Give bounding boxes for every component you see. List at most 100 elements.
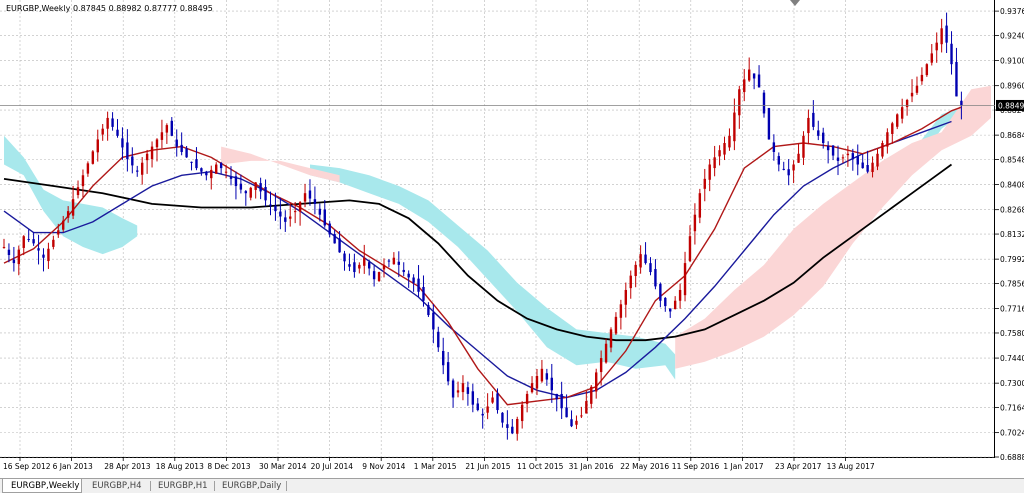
candle-body[interactable] — [535, 375, 539, 389]
candle-body[interactable] — [205, 171, 208, 176]
candle-body[interactable] — [155, 139, 159, 148]
candle-body[interactable] — [812, 112, 815, 127]
candle-body[interactable] — [866, 165, 869, 172]
candle-body[interactable] — [466, 387, 470, 394]
candle-body[interactable] — [106, 117, 109, 129]
candle-body[interactable] — [822, 132, 825, 144]
candle-body[interactable] — [111, 118, 114, 127]
candle-body[interactable] — [530, 383, 534, 393]
candle-body[interactable] — [817, 130, 820, 136]
candle-body[interactable] — [876, 153, 879, 167]
candle-body[interactable] — [289, 216, 292, 219]
candle-body[interactable] — [185, 148, 188, 158]
candle-body[interactable] — [491, 397, 494, 403]
candle-body[interactable] — [940, 28, 943, 45]
candle-body[interactable] — [160, 132, 164, 140]
candle-body[interactable] — [713, 157, 716, 169]
candle-body[interactable] — [323, 209, 326, 226]
candle-body[interactable] — [886, 132, 889, 147]
candle-body[interactable] — [2, 246, 6, 248]
candle-body[interactable] — [348, 264, 351, 267]
candle-body[interactable] — [57, 230, 60, 235]
candle-body[interactable] — [747, 69, 751, 81]
candle-body[interactable] — [298, 202, 302, 212]
candle-body[interactable] — [126, 142, 129, 160]
candle-body[interactable] — [520, 404, 524, 422]
candle-body[interactable] — [945, 25, 948, 43]
candle-body[interactable] — [471, 391, 475, 405]
candle-body[interactable] — [767, 108, 771, 140]
candle-body[interactable] — [525, 393, 529, 404]
tab-eurgbp-daily[interactable]: EURGBP,Daily — [214, 479, 286, 493]
candle-body[interactable] — [37, 248, 40, 251]
candle-body[interactable] — [412, 277, 415, 283]
candle-body[interactable] — [200, 168, 203, 172]
candle-body[interactable] — [476, 403, 479, 411]
candle-body[interactable] — [313, 199, 317, 204]
candle-body[interactable] — [856, 156, 859, 165]
candle-body[interactable] — [372, 271, 376, 280]
candle-body[interactable] — [654, 269, 657, 287]
candle-body[interactable] — [575, 420, 578, 425]
candle-body[interactable] — [629, 275, 632, 289]
candle-body[interactable] — [683, 263, 687, 296]
candle-body[interactable] — [140, 162, 144, 175]
candle-body[interactable] — [669, 308, 672, 312]
candle-body[interactable] — [540, 368, 544, 382]
chart-plot-area[interactable]: 0.937600.924000.910000.896000.882400.868… — [0, 0, 1024, 471]
candle-body[interactable] — [861, 162, 864, 169]
candle-body[interactable] — [693, 214, 697, 232]
candle-body[interactable] — [456, 390, 460, 393]
candle-body[interactable] — [367, 262, 371, 269]
candle-body[interactable] — [274, 205, 277, 212]
candle-body[interactable] — [442, 350, 445, 366]
candle-body[interactable] — [896, 114, 899, 127]
candle-body[interactable] — [244, 191, 248, 194]
candle-body[interactable] — [121, 138, 124, 148]
candle-body[interactable] — [150, 146, 154, 160]
candle-body[interactable] — [555, 393, 558, 400]
candle-body[interactable] — [259, 183, 262, 192]
candle-body[interactable] — [782, 168, 785, 170]
candle-body[interactable] — [195, 159, 198, 169]
candle-body[interactable] — [417, 278, 420, 292]
candle-body[interactable] — [925, 64, 929, 76]
candle-body[interactable] — [239, 183, 243, 190]
candle-body[interactable] — [905, 100, 909, 108]
candle-body[interactable] — [451, 380, 455, 398]
candle-body[interactable] — [545, 373, 549, 380]
candle-body[interactable] — [777, 156, 780, 165]
candle-body[interactable] — [881, 143, 884, 157]
candle-body[interactable] — [787, 169, 790, 176]
candle-body[interactable] — [175, 139, 178, 147]
candle-body[interactable] — [836, 157, 840, 161]
candle-body[interactable] — [486, 406, 489, 413]
candle-body[interactable] — [131, 156, 134, 166]
candle-body[interactable] — [624, 289, 628, 305]
candle-body[interactable] — [96, 139, 99, 153]
candle-body[interactable] — [501, 412, 504, 423]
candle-body[interactable] — [116, 129, 119, 136]
candle-body[interactable] — [757, 74, 761, 88]
candle-body[interactable] — [229, 176, 233, 179]
candle-body[interactable] — [377, 272, 381, 282]
candle-body[interactable] — [649, 263, 652, 273]
candle-body[interactable] — [703, 178, 706, 189]
candle-body[interactable] — [279, 211, 282, 217]
candle-body[interactable] — [145, 153, 149, 161]
candle-body[interactable] — [432, 312, 435, 330]
candle-body[interactable] — [52, 239, 55, 247]
candle-body[interactable] — [170, 120, 173, 136]
candle-body[interactable] — [71, 199, 75, 216]
candle-body[interactable] — [708, 164, 711, 180]
candle-body[interactable] — [91, 151, 95, 164]
candle-body[interactable] — [743, 79, 746, 93]
candle-body[interactable] — [481, 413, 484, 416]
candle-body[interactable] — [358, 264, 361, 269]
candle-body[interactable] — [565, 407, 568, 418]
candle-body[interactable] — [215, 164, 218, 174]
candle-body[interactable] — [797, 153, 800, 163]
candle-body[interactable] — [826, 145, 830, 151]
candle-body[interactable] — [570, 419, 573, 427]
candle-body[interactable] — [22, 236, 25, 248]
